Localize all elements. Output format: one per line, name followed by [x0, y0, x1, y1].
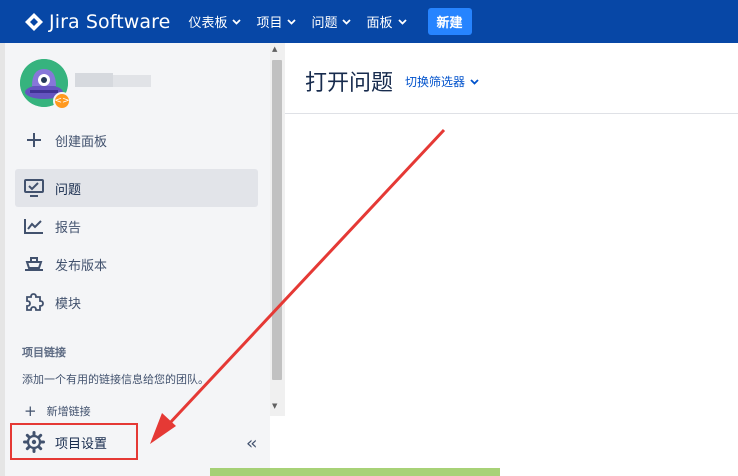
create-board-button[interactable]: 创建面板: [22, 128, 107, 152]
chevron-down-icon: [232, 14, 242, 29]
collapse-sidebar-icon[interactable]: ‹‹: [246, 433, 258, 454]
plus-icon: [22, 128, 46, 152]
sidebar-item-releases-label: 发布版本: [55, 258, 108, 274]
nav-projects-label: 项目: [256, 16, 283, 31]
chevron-down-icon: [470, 74, 479, 88]
sidebar-item-reports[interactable]: 报告: [22, 214, 81, 238]
create-board-label: 创建面板: [55, 134, 108, 150]
chevron-down-icon: [342, 14, 352, 29]
add-link-label: 新增链接: [46, 405, 91, 418]
sidebar-item-components-label: 模块: [55, 296, 82, 312]
nav-issues[interactable]: 问题: [311, 12, 352, 31]
components-icon: [22, 290, 46, 314]
header-divider: [285, 113, 738, 114]
add-link-button[interactable]: + 新增链接: [24, 403, 91, 419]
logo-text: Jira Software: [49, 10, 171, 33]
top-navigation: Jira Software 仪表板 项目 问题 面板 新建: [0, 0, 738, 43]
releases-icon: [22, 252, 46, 276]
background-strip: [210, 468, 500, 476]
chevron-down-icon: [397, 14, 407, 29]
project-type-badge: <>: [53, 92, 71, 110]
scroll-up-icon[interactable]: ▲: [272, 45, 277, 53]
nav-dashboards-label: 仪表板: [188, 16, 228, 31]
nav-boards-label: 面板: [366, 16, 393, 31]
project-name-blurred: [75, 73, 113, 87]
chevron-down-icon: [287, 14, 297, 29]
sidebar-item-issues-label: 问题: [55, 182, 82, 198]
jira-diamond-icon: [25, 12, 43, 31]
nav-boards[interactable]: 面板: [366, 12, 407, 31]
project-type-blurred: [113, 75, 151, 87]
sidebar-scrollbar-thumb[interactable]: [272, 60, 282, 380]
scroll-down-icon[interactable]: ▼: [272, 402, 277, 410]
sidebar-item-issues[interactable]: 问题: [22, 176, 81, 200]
nav-projects[interactable]: 项目: [256, 12, 297, 31]
sidebar-item-reports-label: 报告: [55, 220, 82, 236]
create-button[interactable]: 新建: [427, 8, 472, 35]
switch-filter-label: 切换筛选器: [405, 74, 466, 89]
jira-logo[interactable]: Jira Software: [25, 11, 170, 33]
plus-icon: +: [24, 401, 37, 420]
sidebar-item-components[interactable]: 模块: [22, 290, 81, 314]
annotation-highlight-box: [10, 423, 138, 460]
project-links-description: 添加一个有用的链接信息给您的团队。: [22, 373, 209, 386]
project-links-title: 项目链接: [22, 346, 66, 359]
nav-dashboards[interactable]: 仪表板: [188, 12, 242, 31]
reports-icon: [22, 214, 46, 238]
sidebar-item-releases[interactable]: 发布版本: [22, 252, 107, 276]
nav-menu: 仪表板 项目 问题 面板 新建: [188, 8, 472, 35]
page-title: 打开问题: [305, 71, 394, 96]
main-header: 打开问题 切换筛选器: [305, 65, 479, 97]
issues-icon: [22, 176, 46, 200]
switch-filter-button[interactable]: 切换筛选器: [405, 73, 479, 90]
nav-issues-label: 问题: [311, 16, 338, 31]
